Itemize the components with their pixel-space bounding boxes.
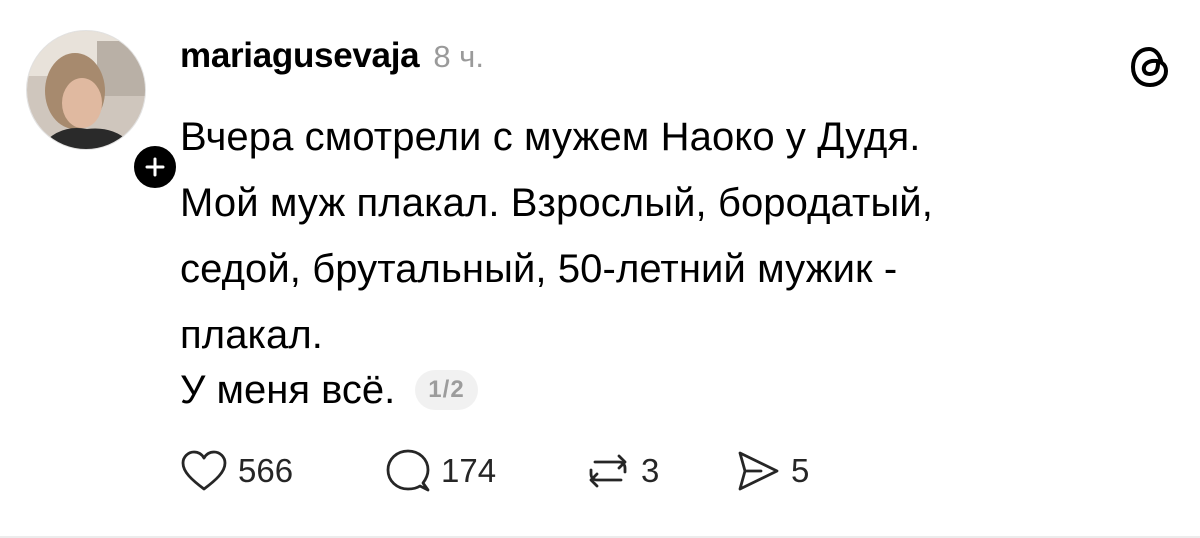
post-body: Вчера смотрели с мужем Наоко у Дудя. Мой…	[180, 104, 1160, 368]
like-count: 566	[238, 452, 294, 489]
plus-icon	[145, 157, 165, 177]
post-body-continued: У меня всё. 1/2	[180, 362, 478, 418]
username-link[interactable]: mariagusevaja	[180, 36, 420, 76]
reply-count: 174	[441, 452, 497, 489]
comment-icon	[386, 449, 430, 492]
post-text-line: седой, брутальный, 50-летний мужик -	[180, 247, 898, 291]
avatar[interactable]	[26, 30, 146, 150]
threads-logo-icon[interactable]	[1128, 44, 1172, 90]
repost-button[interactable]: 3	[585, 446, 735, 496]
like-button[interactable]: 566	[180, 446, 385, 496]
follow-button[interactable]	[130, 142, 180, 192]
repost-count: 3	[641, 452, 660, 489]
repost-icon	[589, 454, 627, 488]
share-button[interactable]: 5	[735, 446, 809, 496]
share-count: 5	[791, 452, 810, 489]
timestamp: 8 ч.	[433, 39, 484, 74]
avatar-photo	[27, 31, 145, 149]
post-text-line: плакал.	[180, 313, 324, 357]
post-text-line: У меня всё.	[180, 368, 396, 412]
threads-post: mariagusevaja 8 ч. Вчера смотрели с муже…	[0, 0, 1200, 538]
reply-button[interactable]: 174	[385, 446, 585, 496]
avatar-container	[26, 30, 180, 192]
heart-icon	[181, 450, 227, 491]
post-header: mariagusevaja 8 ч.	[180, 36, 484, 76]
send-icon	[738, 451, 779, 491]
page-indicator: 1/2	[415, 370, 478, 410]
action-bar: 566 174 3 5	[180, 446, 809, 496]
post-text-line: Вчера смотрели с мужем Наоко у Дудя.	[180, 115, 921, 159]
post-text-line: Мой муж плакал. Взрослый, бородатый,	[180, 181, 933, 225]
